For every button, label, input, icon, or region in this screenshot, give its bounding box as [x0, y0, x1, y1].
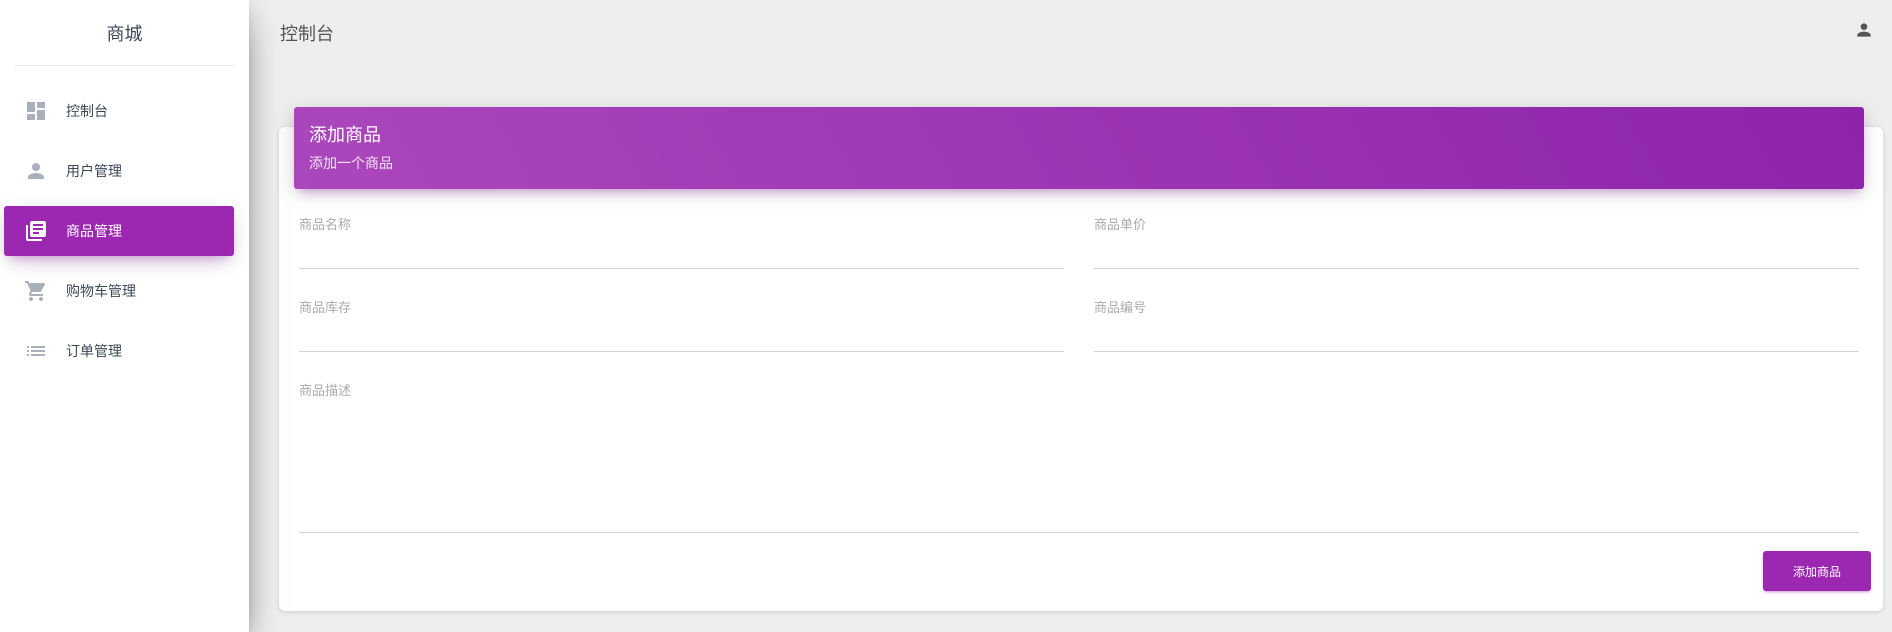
sidebar: 商城 控制台 用户管理 商品管理 购物车管理 订单管理	[0, 0, 249, 632]
dashboard-icon	[24, 99, 48, 123]
product-price-input[interactable]	[1094, 233, 1859, 269]
list-icon	[24, 339, 48, 363]
sidebar-item-cart[interactable]: 购物车管理	[4, 266, 234, 316]
person-icon	[24, 159, 48, 183]
page-title[interactable]: 控制台	[280, 20, 334, 46]
user-person-icon[interactable]	[1854, 20, 1874, 40]
sidebar-item-dashboard[interactable]: 控制台	[4, 86, 234, 136]
product-name-field: 商品名称	[299, 214, 1064, 269]
sidebar-item-label: 购物车管理	[66, 284, 136, 300]
product-name-input[interactable]	[299, 233, 1064, 269]
shopping-cart-icon	[24, 279, 48, 303]
sidebar-item-products[interactable]: 商品管理	[4, 206, 234, 256]
product-code-label: 商品编号	[1094, 301, 1147, 316]
top-bar: 控制台	[249, 0, 1892, 64]
product-price-field: 商品单价	[1094, 214, 1859, 269]
sidebar-item-label: 控制台	[66, 104, 108, 120]
card-header: 添加商品 添加一个商品	[294, 107, 1864, 189]
product-description-field: 商品描述	[299, 380, 1859, 533]
add-product-button[interactable]: 添加商品	[1763, 551, 1871, 591]
sidebar-nav: 控制台 用户管理 商品管理 购物车管理 订单管理	[0, 86, 249, 376]
sidebar-item-label: 订单管理	[66, 344, 122, 360]
sidebar-item-label: 商品管理	[66, 224, 122, 240]
product-code-input[interactable]	[1094, 316, 1859, 352]
product-description-label: 商品描述	[299, 384, 352, 399]
add-product-card: 添加商品 添加一个商品 商品名称 商品单价 商品库存 商品编号 商品描述 添加商…	[279, 107, 1883, 611]
product-price-label: 商品单价	[1094, 218, 1147, 233]
sidebar-item-users[interactable]: 用户管理	[4, 146, 234, 196]
library-books-icon	[24, 219, 48, 243]
sidebar-item-label: 用户管理	[66, 164, 122, 180]
product-stock-field: 商品库存	[299, 297, 1064, 352]
card-subtitle: 添加一个商品	[309, 156, 393, 172]
product-name-label: 商品名称	[299, 218, 352, 233]
product-description-textarea[interactable]	[299, 399, 1859, 533]
brand-title[interactable]: 商城	[0, 0, 249, 66]
product-stock-label: 商品库存	[299, 301, 352, 316]
product-code-field: 商品编号	[1094, 297, 1859, 352]
product-stock-input[interactable]	[299, 316, 1064, 352]
sidebar-item-orders[interactable]: 订单管理	[4, 326, 234, 376]
card-title: 添加商品	[309, 125, 381, 146]
